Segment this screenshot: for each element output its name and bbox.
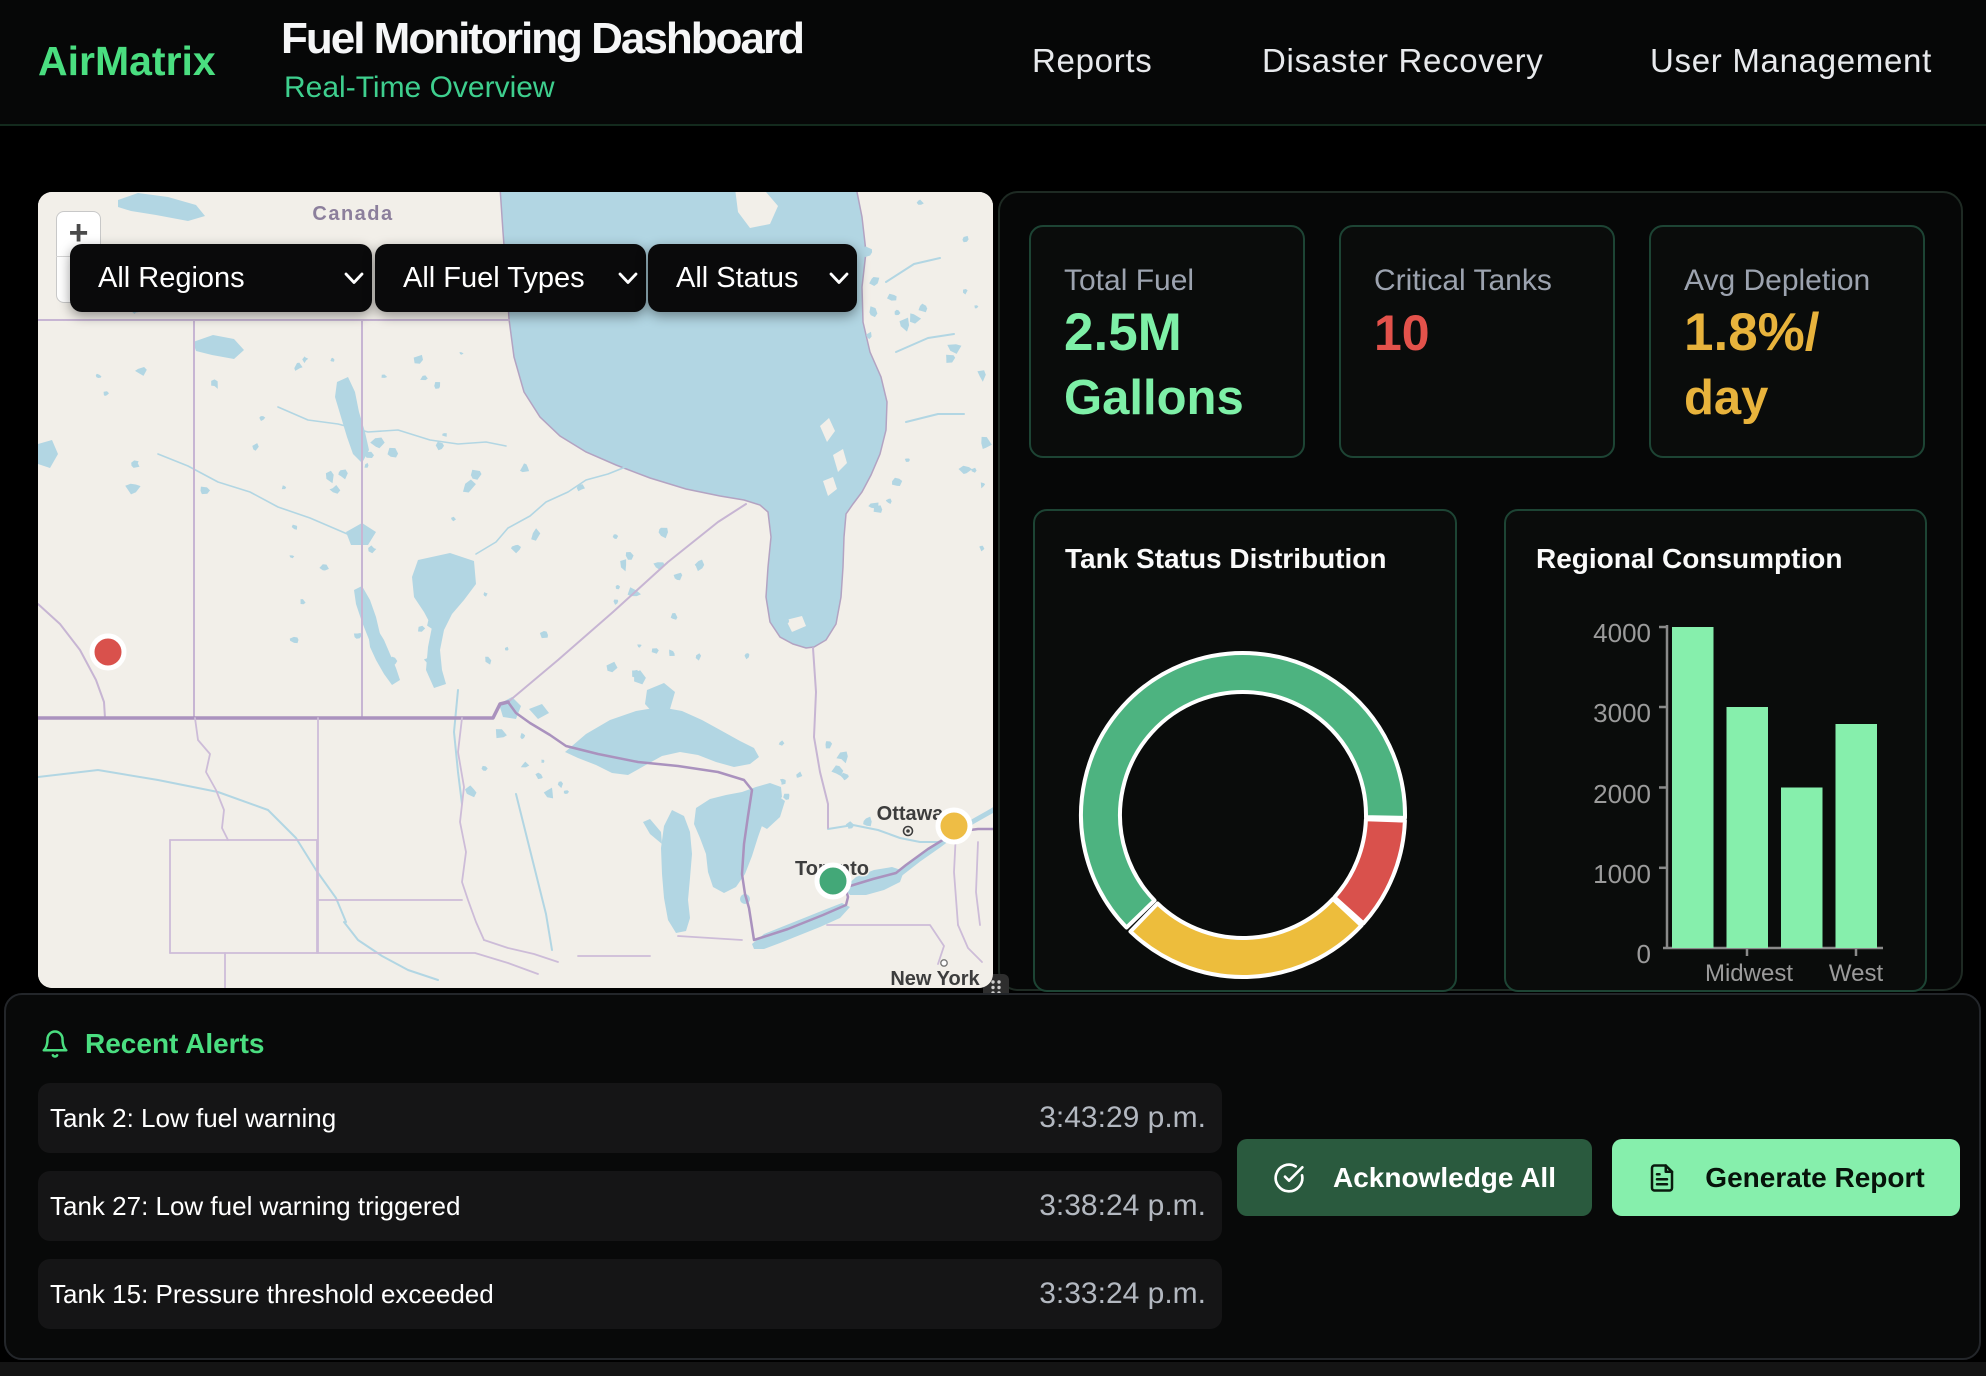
svg-text:4000: 4000	[1593, 618, 1651, 648]
svg-text:0: 0	[1637, 939, 1651, 969]
svg-text:Canada: Canada	[312, 203, 393, 225]
svg-text:New York: New York	[890, 968, 980, 988]
svg-text:1000: 1000	[1593, 859, 1651, 889]
svg-text:West: West	[1829, 960, 1884, 987]
svg-text:2000: 2000	[1593, 779, 1651, 809]
svg-text:3000: 3000	[1593, 698, 1651, 728]
svg-text:Ottawa: Ottawa	[877, 803, 945, 825]
svg-text:Midwest: Midwest	[1705, 960, 1793, 987]
